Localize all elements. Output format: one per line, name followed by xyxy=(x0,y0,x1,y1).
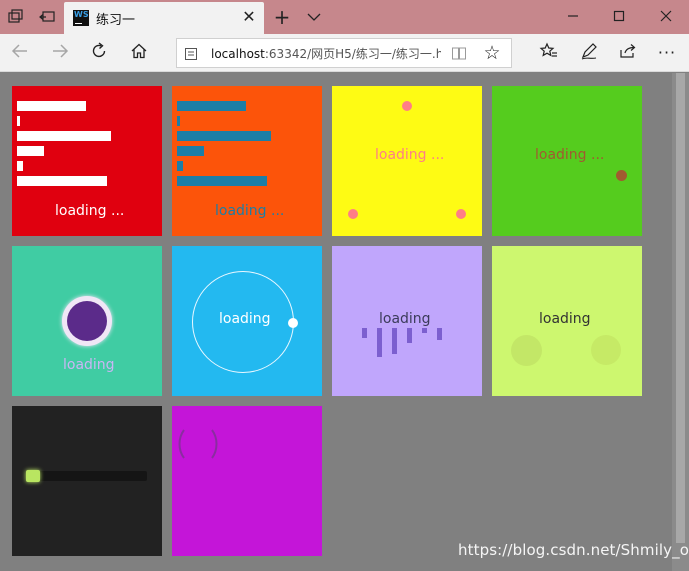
url-path: :63342/网页H5/练习一/练习一.htm xyxy=(264,47,441,61)
address-bar[interactable]: localhost:63342/网页H5/练习一/练习一.htm ☆ xyxy=(176,38,512,68)
tab-title: 练习一 xyxy=(96,13,136,28)
loader-bar xyxy=(392,328,397,354)
close-icon[interactable]: ✕ xyxy=(240,8,258,26)
loader-bar xyxy=(422,328,427,333)
loader-bar xyxy=(362,328,367,338)
home-icon[interactable] xyxy=(127,41,151,65)
plus-icon[interactable]: + xyxy=(273,7,291,27)
url-text[interactable]: localhost:63342/网页H5/练习一/练习一.htm xyxy=(211,45,441,62)
title-bar: WS 练习一 ✕ + xyxy=(0,0,689,34)
loader-label: loading ... xyxy=(55,203,125,219)
loader-label: loading xyxy=(63,357,115,373)
maximize-icon[interactable] xyxy=(596,0,642,34)
loader-box-10 xyxy=(172,406,322,556)
loader-label: loading xyxy=(379,311,431,327)
show-tabs-icon[interactable] xyxy=(38,8,56,26)
scrollbar-thumb[interactable] xyxy=(676,73,685,543)
loader-core xyxy=(67,301,107,341)
back-arrow-icon[interactable] xyxy=(8,41,32,65)
loader-bar xyxy=(177,146,204,156)
more-icon[interactable]: ··· xyxy=(655,41,679,65)
loader-box-7: loading xyxy=(332,246,482,396)
loader-bar xyxy=(17,146,44,156)
loader-bar xyxy=(177,101,246,111)
loader-bar xyxy=(17,161,23,171)
loader-bar xyxy=(377,328,382,357)
loader-dot xyxy=(348,209,358,219)
refresh-icon[interactable] xyxy=(87,41,111,65)
bracket-spinner-icon xyxy=(178,429,218,459)
chevron-down-icon[interactable] xyxy=(305,8,323,26)
loader-label: loading ... xyxy=(535,147,605,163)
loader-dot xyxy=(402,101,412,111)
loader-bar xyxy=(407,328,412,343)
loader-label: loading xyxy=(219,311,271,327)
loader-box-1: loading ... xyxy=(12,86,162,236)
star-icon[interactable]: ☆ xyxy=(481,42,503,64)
loader-bar xyxy=(177,161,183,171)
vertical-scrollbar[interactable] xyxy=(672,73,689,571)
loader-bar xyxy=(177,131,271,141)
site-info-icon[interactable] xyxy=(184,46,198,60)
loader-box-8: loading xyxy=(492,246,642,396)
window-close-icon[interactable] xyxy=(643,0,689,34)
loader-dot xyxy=(456,209,466,219)
pen-icon[interactable] xyxy=(577,41,601,65)
loader-bar xyxy=(17,131,111,141)
favorites-icon[interactable] xyxy=(537,41,561,65)
tabs-aside-icon[interactable] xyxy=(6,8,24,26)
loader-orbit-dot xyxy=(288,318,298,328)
loader-dot xyxy=(616,170,627,181)
loader-bar xyxy=(17,101,86,111)
loader-dot xyxy=(511,335,542,366)
progress-fill xyxy=(26,470,40,482)
loader-bar xyxy=(17,116,20,126)
url-host: localhost xyxy=(211,47,265,61)
loader-dot xyxy=(591,335,621,365)
loader-bar xyxy=(437,328,442,340)
loader-box-4: loading ... xyxy=(492,86,642,236)
reading-view-icon[interactable] xyxy=(451,45,467,61)
progress-track xyxy=(26,471,147,481)
loader-box-9 xyxy=(12,406,162,556)
loader-label: loading ... xyxy=(375,147,445,163)
minimize-icon[interactable] xyxy=(550,0,596,34)
loader-bar xyxy=(177,176,267,186)
loader-bar xyxy=(17,176,107,186)
browser-toolbar: localhost:63342/网页H5/练习一/练习一.htm ☆ ··· xyxy=(0,34,689,72)
forward-arrow-icon[interactable] xyxy=(48,41,72,65)
loader-box-5: loading xyxy=(12,246,162,396)
browser-tab[interactable]: WS 练习一 ✕ xyxy=(64,2,264,34)
loader-box-2: loading ... xyxy=(172,86,322,236)
loader-box-3: loading ... xyxy=(332,86,482,236)
loader-bar xyxy=(177,116,180,126)
loader-label: loading ... xyxy=(215,203,285,219)
share-icon[interactable] xyxy=(616,41,640,65)
loader-label: loading xyxy=(539,311,591,327)
loader-box-6: loading xyxy=(172,246,322,396)
watermark-text: https://blog.csdn.net/Shmily_ox xyxy=(458,541,689,559)
webstorm-logo-icon: WS xyxy=(73,10,89,26)
